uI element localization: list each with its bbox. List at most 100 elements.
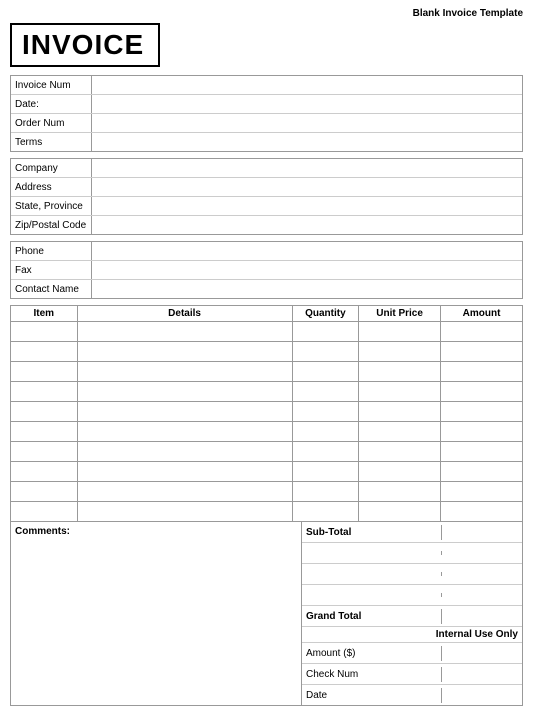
subtotal-label: Sub-Total xyxy=(302,525,442,540)
state-input[interactable] xyxy=(91,197,522,215)
invoice-table: Item Details Quantity Unit Price Amount xyxy=(10,305,523,522)
phone-row: Phone xyxy=(11,242,522,261)
cell-item-1[interactable] xyxy=(11,342,78,362)
cell-qty-9[interactable] xyxy=(292,502,359,522)
fax-input[interactable] xyxy=(91,261,522,279)
cell-qty-5[interactable] xyxy=(292,422,359,442)
cell-price-9[interactable] xyxy=(359,502,441,522)
cell-details-7[interactable] xyxy=(77,462,292,482)
col-header-unitprice: Unit Price xyxy=(359,306,441,322)
cell-amount-2[interactable] xyxy=(441,362,523,382)
table-row xyxy=(11,362,523,382)
invoice-num-input[interactable] xyxy=(91,76,522,94)
cell-details-0[interactable] xyxy=(77,322,292,342)
internal-date-label: Date xyxy=(302,688,442,703)
date-input[interactable] xyxy=(91,95,522,113)
table-row xyxy=(11,322,523,342)
phone-input[interactable] xyxy=(91,242,522,260)
company-row: Company xyxy=(11,159,522,178)
cell-item-6[interactable] xyxy=(11,442,78,462)
cell-price-3[interactable] xyxy=(359,382,441,402)
invoice-info-section: Invoice Num Date: Order Num Terms xyxy=(10,75,523,152)
cell-amount-1[interactable] xyxy=(441,342,523,362)
cell-amount-6[interactable] xyxy=(441,442,523,462)
cell-item-9[interactable] xyxy=(11,502,78,522)
checknum-value[interactable] xyxy=(442,664,522,684)
cell-qty-7[interactable] xyxy=(292,462,359,482)
table-row xyxy=(11,342,523,362)
date-label: Date: xyxy=(11,97,91,112)
col-header-item: Item xyxy=(11,306,78,322)
zip-input[interactable] xyxy=(91,216,522,234)
cell-amount-5[interactable] xyxy=(441,422,523,442)
internal-date-value[interactable] xyxy=(442,685,522,705)
comments-area[interactable]: Comments: xyxy=(11,522,302,705)
cell-qty-6[interactable] xyxy=(292,442,359,462)
company-input[interactable] xyxy=(91,159,522,177)
cell-amount-0[interactable] xyxy=(441,322,523,342)
grandtotal-value[interactable] xyxy=(442,606,522,626)
cell-price-4[interactable] xyxy=(359,402,441,422)
terms-row: Terms xyxy=(11,133,522,151)
state-label: State, Province xyxy=(11,199,91,214)
cell-amount-3[interactable] xyxy=(441,382,523,402)
order-num-label: Order Num xyxy=(11,116,91,131)
cell-qty-2[interactable] xyxy=(292,362,359,382)
cell-price-5[interactable] xyxy=(359,422,441,442)
cell-item-2[interactable] xyxy=(11,362,78,382)
terms-input[interactable] xyxy=(91,133,522,151)
cell-details-2[interactable] xyxy=(77,362,292,382)
cell-amount-9[interactable] xyxy=(441,502,523,522)
cell-price-8[interactable] xyxy=(359,482,441,502)
cell-qty-8[interactable] xyxy=(292,482,359,502)
cell-item-4[interactable] xyxy=(11,402,78,422)
cell-item-7[interactable] xyxy=(11,462,78,482)
cell-item-8[interactable] xyxy=(11,482,78,502)
blank-value-1[interactable] xyxy=(442,543,522,563)
cell-qty-0[interactable] xyxy=(292,322,359,342)
comments-label: Comments: xyxy=(15,526,70,537)
cell-amount-7[interactable] xyxy=(441,462,523,482)
cell-details-8[interactable] xyxy=(77,482,292,502)
table-header-row: Item Details Quantity Unit Price Amount xyxy=(11,306,523,322)
subtotal-row: Sub-Total xyxy=(302,522,522,543)
cell-details-5[interactable] xyxy=(77,422,292,442)
blank-label-2 xyxy=(302,572,442,576)
invoice-num-label: Invoice Num xyxy=(11,78,91,93)
date-row: Date: xyxy=(11,95,522,114)
subtotal-value[interactable] xyxy=(442,522,522,542)
address-input[interactable] xyxy=(91,178,522,196)
cell-item-3[interactable] xyxy=(11,382,78,402)
cell-amount-8[interactable] xyxy=(441,482,523,502)
cell-details-9[interactable] xyxy=(77,502,292,522)
contact-name-row: Contact Name xyxy=(11,280,522,298)
cell-details-3[interactable] xyxy=(77,382,292,402)
table-row xyxy=(11,422,523,442)
cell-item-0[interactable] xyxy=(11,322,78,342)
company-section: Company Address State, Province Zip/Post… xyxy=(10,158,523,235)
table-row xyxy=(11,462,523,482)
company-label: Company xyxy=(11,161,91,176)
cell-price-0[interactable] xyxy=(359,322,441,342)
contact-name-input[interactable] xyxy=(91,280,522,298)
col-header-quantity: Quantity xyxy=(292,306,359,322)
cell-price-7[interactable] xyxy=(359,462,441,482)
blank-value-2[interactable] xyxy=(442,564,522,584)
cell-price-2[interactable] xyxy=(359,362,441,382)
contact-section: Phone Fax Contact Name xyxy=(10,241,523,299)
cell-qty-3[interactable] xyxy=(292,382,359,402)
internal-use-header: Internal Use Only xyxy=(302,627,522,643)
cell-details-6[interactable] xyxy=(77,442,292,462)
cell-details-4[interactable] xyxy=(77,402,292,422)
amount-value[interactable] xyxy=(442,643,522,663)
cell-price-6[interactable] xyxy=(359,442,441,462)
col-header-details: Details xyxy=(77,306,292,322)
cell-qty-4[interactable] xyxy=(292,402,359,422)
cell-price-1[interactable] xyxy=(359,342,441,362)
blank-value-3[interactable] xyxy=(442,585,522,605)
cell-amount-4[interactable] xyxy=(441,402,523,422)
cell-item-5[interactable] xyxy=(11,422,78,442)
cell-details-1[interactable] xyxy=(77,342,292,362)
order-num-input[interactable] xyxy=(91,114,522,132)
cell-qty-1[interactable] xyxy=(292,342,359,362)
